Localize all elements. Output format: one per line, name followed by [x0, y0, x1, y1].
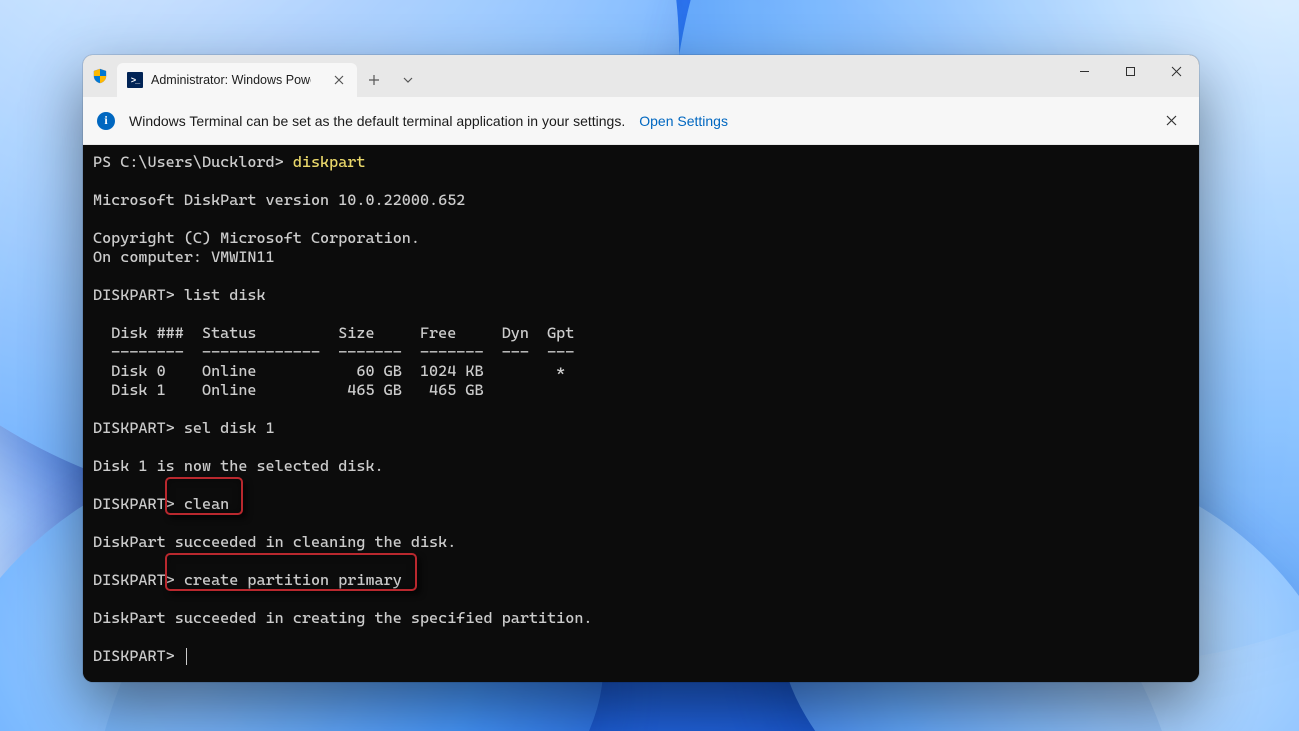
command-create-partition: create partition primary [184, 571, 402, 589]
tab-dropdown-button[interactable] [391, 63, 425, 97]
titlebar[interactable]: Administrator: Windows Powe [83, 55, 1199, 97]
diskpart-prompt: DISKPART> [93, 647, 184, 665]
command-seldisk: sel disk 1 [184, 419, 275, 437]
tab-active[interactable]: Administrator: Windows Powe [117, 63, 357, 97]
terminal-window: Administrator: Windows Powe i Windows Te… [83, 55, 1199, 682]
table-divider: -------- ------------- ------- ------- -… [93, 343, 574, 361]
diskpart-prompt: DISKPART> [93, 419, 184, 437]
command-diskpart: diskpart [293, 153, 366, 171]
terminal-content[interactable]: PS C:\Users\Ducklord> diskpart Microsoft… [83, 145, 1199, 682]
open-settings-link[interactable]: Open Settings [639, 113, 728, 129]
table-header: Disk ### Status Size Free Dyn Gpt [93, 324, 574, 342]
output-line: Disk 1 is now the selected disk. [93, 457, 384, 475]
table-row: Disk 1 Online 465 GB 465 GB [93, 381, 484, 399]
tab-title: Administrator: Windows Powe [151, 73, 311, 87]
tab-close-button[interactable] [329, 70, 349, 90]
diskpart-prompt: DISKPART> [93, 495, 184, 513]
cursor [186, 648, 187, 665]
diskpart-prompt: DISKPART> [93, 571, 184, 589]
info-close-button[interactable] [1157, 107, 1185, 135]
output-line: DiskPart succeeded in creating the speci… [93, 609, 593, 627]
ps-prompt: PS C:\Users\Ducklord> [93, 153, 293, 171]
output-line: Copyright (C) Microsoft Corporation. [93, 229, 420, 247]
output-line: Microsoft DiskPart version 10.0.22000.65… [93, 191, 465, 209]
uac-shield-icon [83, 55, 117, 97]
command-clean: clean [184, 495, 229, 513]
output-line: DiskPart succeeded in cleaning the disk. [93, 533, 456, 551]
command-listdisk: list disk [184, 286, 266, 304]
maximize-button[interactable] [1107, 55, 1153, 87]
info-bar: i Windows Terminal can be set as the def… [83, 97, 1199, 145]
output-line: On computer: VMWIN11 [93, 248, 275, 266]
minimize-button[interactable] [1061, 55, 1107, 87]
new-tab-button[interactable] [357, 63, 391, 97]
close-button[interactable] [1153, 55, 1199, 87]
powershell-icon [127, 72, 143, 88]
diskpart-prompt: DISKPART> [93, 286, 184, 304]
info-icon: i [97, 112, 115, 130]
info-message: Windows Terminal can be set as the defau… [129, 113, 625, 129]
table-row: Disk 0 Online 60 GB 1024 KB * [93, 362, 565, 380]
